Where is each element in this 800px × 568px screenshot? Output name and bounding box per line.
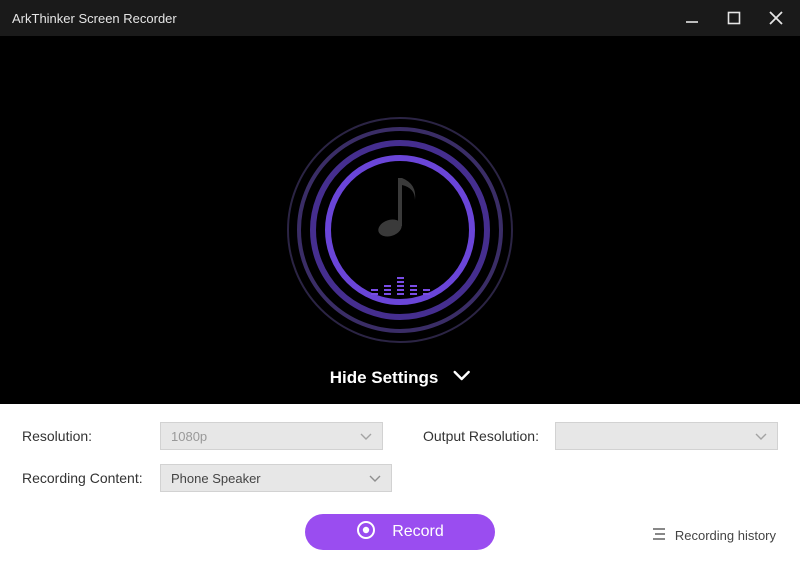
record-button[interactable]: Record	[305, 514, 495, 550]
chevron-down-icon	[369, 471, 381, 486]
equalizer-icon	[371, 277, 430, 295]
main-visual-area: Hide Settings	[0, 36, 800, 404]
recording-history-label: Recording history	[675, 528, 776, 543]
resolution-value: 1080p	[171, 429, 207, 444]
toggle-settings-label: Hide Settings	[330, 368, 439, 388]
output-resolution-select[interactable]	[555, 422, 778, 450]
resolution-label: Resolution:	[22, 428, 160, 444]
resolution-select[interactable]: 1080p	[160, 422, 383, 450]
app-title: ArkThinker Screen Recorder	[12, 11, 680, 26]
titlebar: ArkThinker Screen Recorder	[0, 0, 800, 36]
maximize-button[interactable]	[722, 6, 746, 30]
chevron-down-icon	[452, 369, 470, 387]
chevron-down-icon	[755, 429, 767, 444]
minimize-button[interactable]	[680, 6, 704, 30]
music-note-icon	[375, 170, 425, 245]
audio-visualizer	[285, 115, 515, 345]
toggle-settings-button[interactable]: Hide Settings	[330, 368, 471, 388]
record-icon	[356, 520, 376, 545]
recording-content-value: Phone Speaker	[171, 471, 261, 486]
recording-history-button[interactable]: Recording history	[651, 527, 776, 544]
output-resolution-label: Output Resolution:	[423, 428, 555, 444]
record-button-label: Record	[392, 523, 444, 541]
settings-panel: Resolution: 1080p Output Resolution: Rec…	[0, 404, 800, 568]
recording-content-label: Recording Content:	[22, 470, 160, 486]
list-icon	[651, 527, 667, 544]
chevron-down-icon	[360, 429, 372, 444]
recording-content-select[interactable]: Phone Speaker	[160, 464, 392, 492]
close-button[interactable]	[764, 6, 788, 30]
